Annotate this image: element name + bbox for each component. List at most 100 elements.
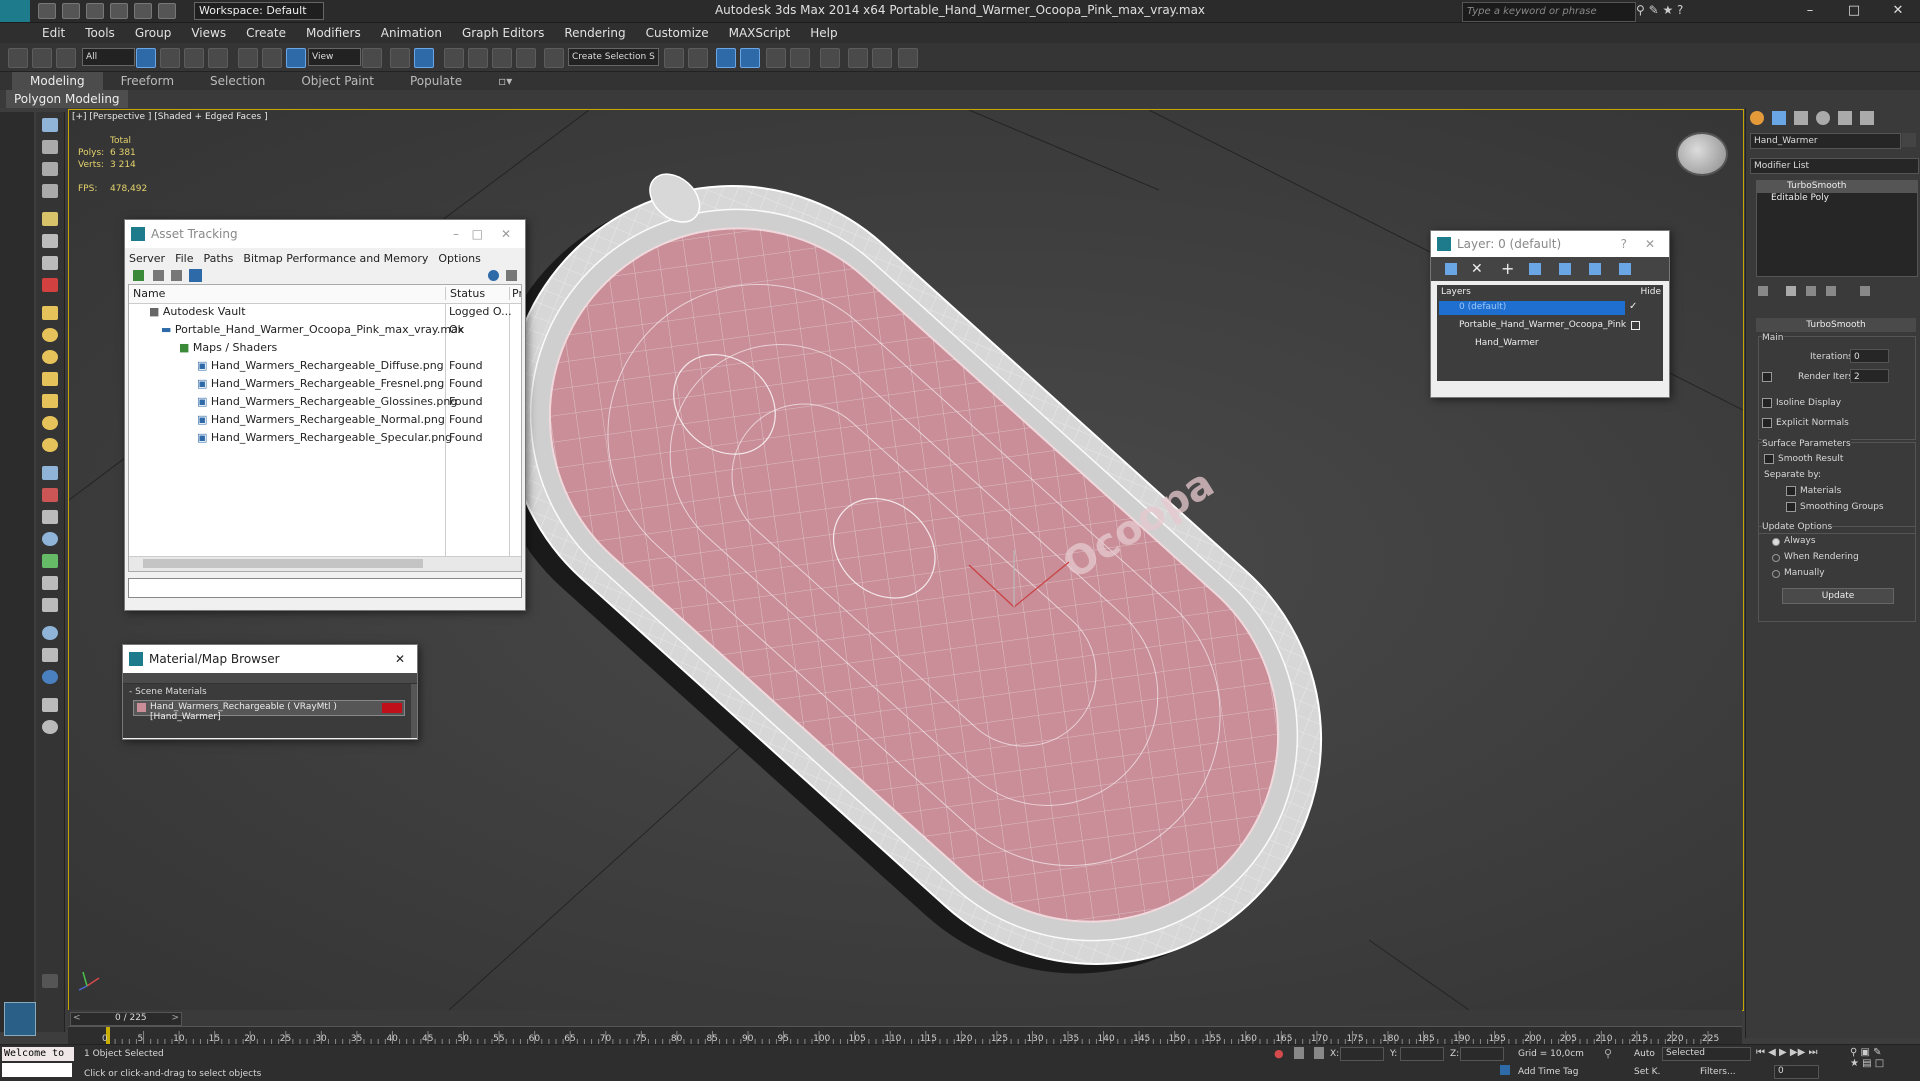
material-editor-icon[interactable]: [820, 48, 840, 68]
refresh-icon[interactable]: [133, 270, 144, 281]
always-radio[interactable]: [1772, 538, 1780, 546]
asset-row[interactable]: ▣ Hand_Warmers_Rechargeable_Specular.png: [197, 431, 452, 444]
smoothing-groups-checkbox[interactable]: [1786, 502, 1796, 512]
transform-type-in-icon[interactable]: [1314, 1047, 1324, 1059]
snapshot-icon[interactable]: [42, 648, 58, 662]
new-file-icon[interactable]: [38, 3, 56, 19]
layer-row-default[interactable]: 0 (default): [1439, 301, 1625, 315]
render-setup-icon[interactable]: [848, 48, 868, 68]
render-iters-checkbox[interactable]: [1762, 372, 1772, 382]
table-icon[interactable]: [42, 140, 58, 154]
asset-path-field[interactable]: [128, 578, 522, 598]
named-selection-dropdown[interactable]: Create Selection S: [568, 48, 659, 66]
materials-checkbox[interactable]: [1786, 486, 1796, 496]
asset-row[interactable]: ▣ Hand_Warmers_Rechargeable_Normal.png: [197, 413, 445, 426]
infocenter-icons[interactable]: ⚲ ✎ ★ ?: [1636, 3, 1766, 19]
tab-populate[interactable]: Populate: [392, 72, 480, 90]
menu-tools[interactable]: Tools: [75, 26, 125, 40]
tree-view-icon[interactable]: [189, 269, 202, 282]
remove-modifier-icon[interactable]: [1826, 286, 1836, 296]
rendered-frame-icon[interactable]: [872, 48, 892, 68]
tab-object-paint[interactable]: Object Paint: [283, 72, 392, 90]
bones-icon[interactable]: [42, 510, 58, 524]
modifier-list-dropdown[interactable]: Modifier List: [1750, 158, 1919, 174]
list-view-icon[interactable]: [153, 270, 164, 281]
search-by-name-field[interactable]: [123, 673, 417, 684]
save-file-icon[interactable]: [86, 3, 104, 19]
pivot-center-icon[interactable]: [362, 48, 382, 68]
stack-item-editable-poly[interactable]: Editable Poly: [1757, 193, 1917, 205]
menu-help[interactable]: Help: [800, 26, 847, 40]
menu-rendering[interactable]: Rendering: [554, 26, 635, 40]
set-key-button[interactable]: Set K.: [1634, 1067, 1660, 1077]
render-production-icon[interactable]: [898, 48, 918, 68]
tab-selection[interactable]: Selection: [192, 72, 283, 90]
globe-icon[interactable]: [42, 532, 58, 546]
key-icon[interactable]: ⚲: [1604, 1047, 1626, 1060]
column-status[interactable]: Status: [445, 287, 485, 300]
menu-create[interactable]: Create: [236, 26, 296, 40]
tape-icon[interactable]: [42, 698, 58, 712]
display-tab-icon[interactable]: [1838, 111, 1852, 125]
column-hide[interactable]: Hide: [1640, 287, 1661, 297]
torus-icon[interactable]: [42, 438, 58, 452]
create-tab-icon[interactable]: [1750, 111, 1764, 125]
move-icon[interactable]: [238, 48, 258, 68]
select-by-name-icon[interactable]: [160, 48, 180, 68]
window-crossing-icon[interactable]: [208, 48, 228, 68]
curve-editor-icon[interactable]: [766, 48, 786, 68]
snap-toggle-icon[interactable]: [444, 48, 464, 68]
sphere-icon[interactable]: [42, 328, 58, 342]
viewport-navigation-icons[interactable]: ⚲ ▣ ✎ ★ ▤ □: [1850, 1047, 1916, 1079]
x-coordinate-field[interactable]: [1340, 1047, 1384, 1061]
asset-row[interactable]: ▬ Portable_Hand_Warmer_Ocoopa_Pink_max_v…: [161, 323, 464, 336]
menu-options[interactable]: Options: [438, 252, 480, 265]
settings-icon[interactable]: [506, 270, 517, 281]
workspace-dropdown[interactable]: Workspace: Default: [194, 2, 324, 20]
object-color-swatch[interactable]: [1902, 133, 1916, 147]
help-icon[interactable]: [488, 270, 499, 281]
isoline-checkbox[interactable]: [1762, 398, 1772, 408]
update-button[interactable]: Update: [1782, 588, 1894, 604]
material-browser-titlebar[interactable]: Material/Map Browser ✕: [123, 645, 417, 673]
schematic-view-icon[interactable]: [790, 48, 810, 68]
iterations-spinner[interactable]: 0: [1850, 349, 1889, 363]
configure-sets-icon[interactable]: [1860, 286, 1870, 296]
select-object-icon[interactable]: [136, 48, 156, 68]
smooth-result-checkbox[interactable]: [1764, 454, 1774, 464]
asset-row[interactable]: ■ Autodesk Vault: [149, 305, 246, 318]
layer-manager-icon[interactable]: [716, 48, 736, 68]
vertical-scrollbar[interactable]: [411, 684, 417, 738]
biped-icon[interactable]: [42, 576, 58, 590]
create-layer-icon[interactable]: [1445, 263, 1457, 275]
column-extra[interactable]: Pr: [509, 287, 521, 300]
align-icon[interactable]: [688, 48, 708, 68]
selection-filter-dropdown[interactable]: All: [82, 48, 135, 66]
camera-icon[interactable]: [42, 234, 58, 248]
maxscript-listener[interactable]: Welcome to: [2, 1047, 74, 1061]
mirror-icon[interactable]: [664, 48, 684, 68]
horizontal-scrollbar[interactable]: [1437, 381, 1663, 387]
add-time-tag-label[interactable]: Add Time Tag: [1518, 1067, 1578, 1077]
select-manipulate-icon[interactable]: [390, 48, 410, 68]
hide-all-icon[interactable]: [1589, 263, 1601, 275]
schematic-icon[interactable]: [42, 184, 58, 198]
select-link-icon[interactable]: [8, 48, 28, 68]
menu-modifiers[interactable]: Modifiers: [296, 26, 371, 40]
playback-controls[interactable]: ⏮ ◀ ▶ ▶▶ ⏭: [1756, 1047, 1846, 1061]
horizontal-scrollbar[interactable]: [129, 556, 521, 571]
expand-arrow-icon[interactable]: [42, 974, 58, 988]
blue-sphere-icon[interactable]: [42, 670, 58, 684]
delete-layer-icon[interactable]: ✕: [1471, 261, 1483, 277]
menu-group[interactable]: Group: [125, 26, 182, 40]
geosphere-icon[interactable]: [42, 350, 58, 364]
project-folder-icon[interactable]: [158, 3, 176, 19]
show-end-result-icon[interactable]: [1786, 286, 1796, 296]
maxscript-input[interactable]: [2, 1063, 72, 1077]
undo-icon[interactable]: [110, 3, 128, 19]
close-icon[interactable]: ✕: [395, 652, 405, 666]
help-icon[interactable]: [42, 720, 58, 734]
asset-row[interactable]: ▣ Hand_Warmers_Rechargeable_Fresnel.png: [197, 377, 444, 390]
menu-file[interactable]: File: [175, 252, 193, 265]
box-icon[interactable]: [42, 306, 58, 320]
